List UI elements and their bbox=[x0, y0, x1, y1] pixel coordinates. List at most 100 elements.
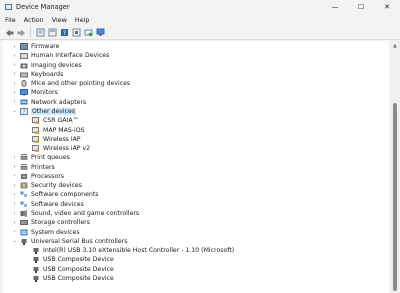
network-icon bbox=[20, 99, 28, 105]
tree-item-label: USB Composite Device bbox=[43, 256, 114, 264]
update-driver-icon[interactable] bbox=[71, 27, 82, 38]
tree-device-row[interactable]: Wireless iAP bbox=[23, 135, 81, 144]
tree-category-row[interactable]: › Storage controllers bbox=[11, 218, 90, 227]
tree-item-label: Processors bbox=[31, 172, 65, 180]
chevron-right-icon[interactable]: › bbox=[11, 44, 18, 50]
monitor-icon bbox=[20, 89, 28, 96]
tree-item-label: Security devices bbox=[31, 182, 82, 190]
tree-category-row[interactable]: › Imaging devices bbox=[11, 61, 82, 70]
toolbar-separator bbox=[30, 28, 31, 37]
chevron-right-icon[interactable]: › bbox=[11, 173, 18, 179]
scroll-up-icon[interactable]: ▲ bbox=[393, 43, 397, 49]
warning-device-icon bbox=[32, 126, 40, 134]
tree-category-row[interactable]: › Processors bbox=[11, 172, 65, 181]
tree-item-label: Keyboards bbox=[31, 70, 64, 78]
chevron-down-icon[interactable]: ⌄ bbox=[11, 238, 18, 244]
tree-item-label: USB Composite Device bbox=[43, 275, 114, 282]
chevron-right-icon[interactable]: › bbox=[11, 62, 18, 68]
view-icon[interactable] bbox=[47, 27, 58, 38]
forward-icon[interactable] bbox=[16, 27, 27, 38]
tree-category-row[interactable]: › Software devices bbox=[11, 200, 84, 209]
close-button[interactable]: ✕ bbox=[374, 0, 400, 14]
tree-category-row[interactable]: › Software components bbox=[11, 190, 99, 199]
menu-file[interactable]: File bbox=[5, 16, 16, 24]
warning-device-icon bbox=[32, 135, 40, 143]
tree-category-row[interactable]: › Security devices bbox=[11, 181, 82, 190]
minimize-button[interactable]: — bbox=[322, 0, 348, 14]
tree-category-row[interactable]: ⌄ Universal Serial Bus controllers bbox=[11, 237, 127, 246]
tree-item-label: USB Composite Device bbox=[43, 265, 114, 273]
chevron-right-icon[interactable]: › bbox=[11, 229, 18, 235]
tree-item-label: Intel(R) USB 3.10 eXtensible Host Contro… bbox=[43, 247, 235, 255]
tree-category-row[interactable]: › Human Interface Devices bbox=[11, 51, 109, 60]
tree-device-row[interactable]: Wireless iAP v2 bbox=[23, 144, 90, 153]
chevron-down-icon[interactable]: ⌄ bbox=[11, 108, 18, 114]
monitor-icon[interactable] bbox=[95, 27, 106, 38]
tree-item-label: Storage controllers bbox=[31, 219, 90, 227]
chevron-right-icon[interactable]: › bbox=[11, 220, 18, 226]
warning-device-icon bbox=[32, 145, 40, 153]
tree-item-label: Universal Serial Bus controllers bbox=[31, 237, 128, 245]
chevron-right-icon[interactable]: › bbox=[11, 192, 18, 198]
tree-device-row[interactable]: USB Composite Device bbox=[23, 274, 114, 283]
tree-category-row[interactable]: › Print queues bbox=[11, 153, 70, 162]
help-icon[interactable]: ? bbox=[59, 27, 70, 38]
chevron-right-icon[interactable]: › bbox=[11, 183, 18, 189]
tree-item-label: Printers bbox=[31, 163, 55, 171]
tree-device-row[interactable]: MAP MAS-iOS bbox=[23, 126, 85, 135]
menu-view[interactable]: View bbox=[52, 16, 67, 24]
chevron-right-icon[interactable]: › bbox=[11, 164, 18, 170]
tree-device-row[interactable]: USB Composite Device bbox=[23, 255, 114, 264]
window-title: Device Manager bbox=[16, 3, 70, 11]
maximize-button[interactable]: ☐ bbox=[348, 0, 374, 14]
tree-category-row[interactable]: › Network adapters bbox=[11, 98, 87, 107]
printer-icon bbox=[20, 154, 28, 161]
chevron-right-icon[interactable]: › bbox=[11, 211, 18, 217]
device-tree[interactable]: › Firmware › Human Interface Devices › Imagin… bbox=[3, 41, 389, 293]
tree-item-label: Imaging devices bbox=[31, 61, 82, 69]
tree-item-label: Other devices bbox=[31, 107, 77, 115]
tree-device-row[interactable]: USB Composite Device bbox=[23, 265, 114, 274]
tree-item-label: Software devices bbox=[31, 200, 84, 208]
tree-item-label: Monitors bbox=[31, 89, 58, 97]
scan-icon[interactable] bbox=[83, 27, 94, 38]
tree-category-row[interactable]: › Printers bbox=[11, 163, 55, 172]
tree-item-label: Wireless iAP bbox=[43, 135, 81, 143]
hid-icon bbox=[20, 53, 28, 60]
mouse-icon bbox=[21, 80, 27, 88]
security-icon bbox=[20, 182, 28, 189]
tree-item-label: Sound, video and game controllers bbox=[31, 210, 140, 218]
menu-help[interactable]: Help bbox=[75, 16, 90, 24]
device-manager-icon bbox=[5, 4, 12, 10]
tree-category-row[interactable]: › Mice and other pointing devices bbox=[11, 79, 130, 88]
tree-device-row[interactable]: CSR GAIA™ bbox=[23, 116, 79, 125]
tree-item-label: MAP MAS-iOS bbox=[43, 126, 85, 134]
tree-category-row[interactable]: › System devices bbox=[11, 228, 80, 237]
chevron-right-icon[interactable]: › bbox=[11, 155, 18, 161]
tree-category-row[interactable]: › Firmware bbox=[11, 42, 59, 51]
storage-icon bbox=[20, 220, 28, 226]
title-bar: Device Manager — ☐ ✕ bbox=[0, 0, 400, 14]
chevron-right-icon[interactable]: › bbox=[11, 99, 18, 105]
tree-item-label: Firmware bbox=[31, 43, 60, 50]
tree-device-row[interactable]: Intel(R) USB 3.10 eXtensible Host Contro… bbox=[23, 246, 234, 255]
tree-category-row[interactable]: › Keyboards bbox=[11, 70, 64, 79]
properties-icon[interactable] bbox=[35, 27, 46, 38]
back-icon[interactable] bbox=[4, 27, 15, 38]
vertical-scrollbar[interactable]: ▲ bbox=[390, 41, 400, 293]
tree-category-row[interactable]: ⌄? Other devices bbox=[11, 107, 77, 116]
chevron-right-icon[interactable]: › bbox=[11, 71, 18, 77]
menu-action[interactable]: Action bbox=[24, 16, 44, 24]
tree-item-label: CSR GAIA™ bbox=[43, 117, 79, 125]
caption-buttons: — ☐ ✕ bbox=[322, 0, 400, 14]
chevron-right-icon[interactable]: › bbox=[11, 201, 18, 207]
component-icon bbox=[20, 191, 27, 198]
chevron-right-icon[interactable]: › bbox=[11, 53, 18, 59]
unknown-device-icon: ? bbox=[20, 107, 28, 115]
scroll-thumb[interactable] bbox=[393, 103, 397, 291]
chevron-right-icon[interactable]: › bbox=[11, 81, 18, 87]
chevron-right-icon[interactable]: › bbox=[11, 90, 18, 96]
tree-category-row[interactable]: › Sound, video and game controllers bbox=[11, 209, 139, 218]
tree-item-label: Human Interface Devices bbox=[31, 52, 110, 60]
tree-category-row[interactable]: › Monitors bbox=[11, 88, 58, 97]
